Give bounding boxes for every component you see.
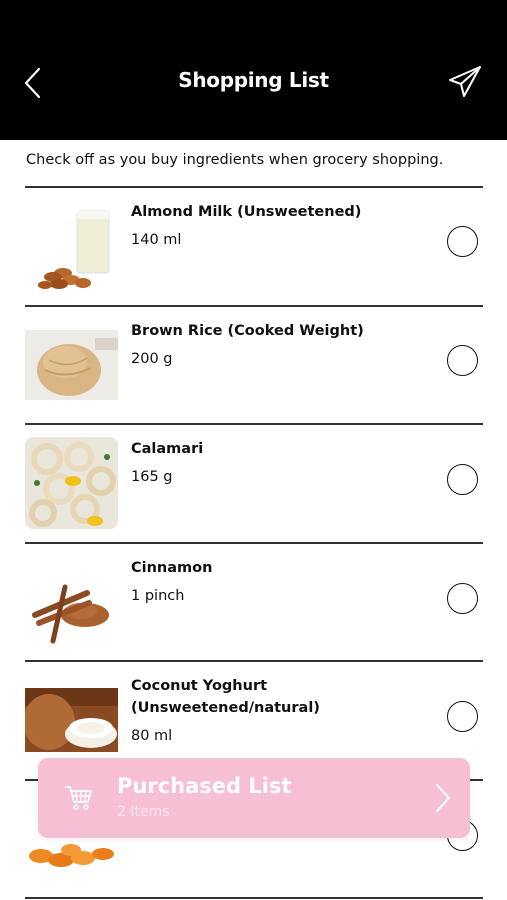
chevron-right-icon (436, 784, 450, 812)
divider (25, 897, 483, 899)
item-name: Cinnamon (131, 560, 213, 576)
item-checkbox[interactable] (447, 701, 478, 732)
share-button[interactable] (447, 64, 483, 100)
item-image-coconut-yoghurt (25, 688, 118, 752)
item-quantity: 80 ml (131, 728, 173, 744)
item-image-almond-milk (25, 201, 118, 291)
item-checkbox[interactable] (447, 226, 478, 257)
app-header: Shopping List (0, 0, 507, 140)
item-quantity: 1 pinch (131, 588, 185, 604)
item-image-calamari (25, 437, 118, 529)
purchased-list-count: 2 Items (117, 804, 170, 820)
list-item: Cinnamon 1 pinch (25, 543, 483, 661)
item-name: Almond Milk (Unsweetened) (131, 204, 362, 220)
list-item: Calamari 165 g (25, 424, 483, 542)
item-quantity: 165 g (131, 469, 173, 485)
item-name: Calamari (131, 441, 204, 457)
item-name: Brown Rice (Cooked Weight) (131, 323, 364, 339)
item-checkbox[interactable] (447, 464, 478, 495)
purchased-list-button[interactable]: Purchased List 2 Items (38, 758, 470, 838)
purchased-list-title: Purchased List (117, 774, 292, 798)
cart-icon (65, 786, 92, 810)
send-icon (449, 66, 481, 97)
item-checkbox[interactable] (447, 583, 478, 614)
page-title: Shopping List (178, 68, 329, 92)
intro-text: Check off as you buy ingredients when gr… (26, 152, 444, 168)
item-checkbox[interactable] (447, 345, 478, 376)
item-name: Coconut Yoghurt (Unsweetened/natural) (131, 678, 320, 716)
list-item: Almond Milk (Unsweetened) 140 ml (25, 187, 483, 305)
item-quantity: 140 ml (131, 232, 182, 248)
item-quantity: 200 g (131, 351, 173, 367)
item-image-cinnamon (25, 557, 118, 647)
item-image-brown-rice (25, 330, 118, 400)
list-item: Brown Rice (Cooked Weight) 200 g (25, 306, 483, 424)
